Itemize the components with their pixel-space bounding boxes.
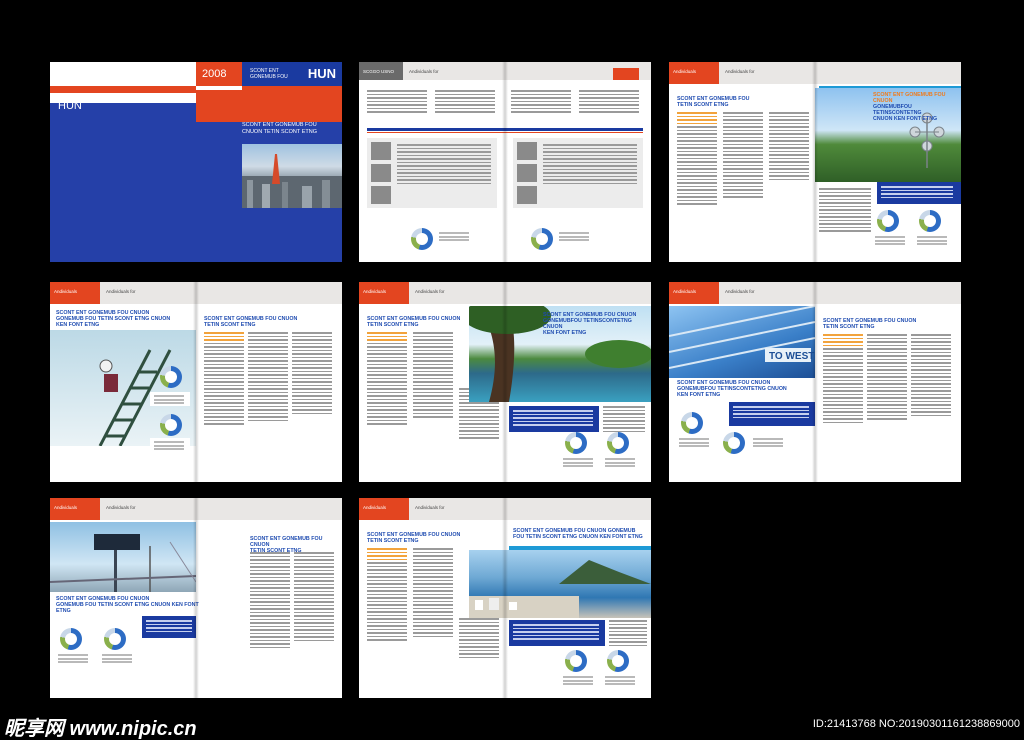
- cover-year: 2008: [202, 68, 227, 80]
- donut-chart: [160, 414, 182, 436]
- donut-chart: [607, 432, 629, 454]
- headline-right: SCONT ENT GONEMUB FOU CNUON GONEMUBFOU T…: [873, 92, 946, 122]
- headline-right: SCONT ENT GONEMUB FOU CNUON TETIN SCONT …: [823, 318, 917, 330]
- coast-photo: [469, 550, 651, 618]
- cover-spread: HUN 2008 SCONT ENT GONEMUB FOU HUN SCONT…: [50, 62, 342, 262]
- section-title: Andividuals for: [415, 505, 445, 510]
- section-tag: Andividuals: [363, 505, 387, 510]
- donut-chart: [565, 432, 587, 454]
- info-box: [509, 620, 605, 646]
- headline-left: SCONT ENT GONEMUB FOU CNUON TETIN SCONT …: [367, 316, 461, 328]
- donut-chart: [919, 210, 941, 232]
- spread-7: Andividuals Andividuals for SCONT ENT GO…: [50, 498, 342, 698]
- watermark-id: ID:21413768 NO:20190301161238869000: [812, 718, 1020, 730]
- cover-hun-left: HUN: [58, 100, 82, 112]
- headline-left: SCONT ENT GONEMUB FOU CNUON GONEMUBFOU T…: [677, 380, 787, 398]
- city-photo: [242, 144, 342, 208]
- spread2-section: Andividuals for: [409, 69, 439, 74]
- spread-6: Andividuals Andividuals for TO WEST SCON…: [669, 282, 961, 482]
- donut-chart: [160, 366, 182, 388]
- sign-text: TO WEST: [769, 351, 814, 362]
- headline-left: SCONT ENT GONEMUB FOU CNUON GONEMUB FOU …: [56, 596, 199, 614]
- section-tag: Andividuals: [673, 69, 697, 74]
- section-tag: Andividuals: [673, 289, 697, 294]
- donut-chart: [681, 412, 703, 434]
- section-title: Andividuals for: [106, 289, 136, 294]
- donut-chart: [565, 650, 587, 672]
- spread-4: Andividuals Andividuals for SCONT ENT GO…: [50, 282, 342, 482]
- spread-2: SCGGO USNO Andividuals for: [359, 62, 651, 262]
- headline-right: SCONT ENT GONEMUB FOU CNUON GONEMUB FOU …: [513, 528, 643, 540]
- cover-hun-right: HUN: [307, 66, 336, 81]
- headline-right: SCONT ENT GONEMUB FOU CNUON TETIN SCONT …: [204, 316, 298, 328]
- headline-left: SCONT ENT GONEMUB FOU CNUON TETIN SCONT …: [367, 532, 461, 544]
- highway-photo: TO WEST: [669, 306, 815, 378]
- cover-title: SCONT ENT GONEMUB FOU CNUON TETIN SCONT …: [242, 122, 317, 135]
- spread-8: Andividuals Andividuals for SCONT ENT GO…: [359, 498, 651, 698]
- cover-subtitle: SCONT ENT GONEMUB FOU: [250, 68, 288, 80]
- info-box: [877, 182, 961, 204]
- headline-left: SCONT ENT GONEMUB FOU TETIN SCONT ETNG: [677, 96, 750, 108]
- table-block: [367, 90, 427, 115]
- section-tag: Andividuals: [54, 289, 78, 294]
- info-box: [142, 616, 196, 638]
- donut-chart: [877, 210, 899, 232]
- watermark-brand: 昵享网 www.nipic.cn: [4, 718, 197, 740]
- mountain-icon: [469, 560, 651, 618]
- info-box: [509, 406, 599, 432]
- cover-front: 2008 SCONT ENT GONEMUB FOU HUN SCONT ENT…: [196, 62, 342, 262]
- section-title: Andividuals for: [725, 289, 755, 294]
- tower-icon: [242, 154, 342, 208]
- headline-left: SCONT ENT GONEMUB FOU CNUON GONEMUB FOU …: [56, 310, 171, 328]
- donut-chart: [723, 432, 745, 454]
- section-title: Andividuals for: [106, 505, 136, 510]
- bridge-photo: [50, 522, 196, 592]
- info-box: [729, 402, 815, 426]
- donut-chart: [607, 650, 629, 672]
- cover-back: HUN: [50, 62, 196, 262]
- data-rows-left: [367, 138, 497, 208]
- data-rows-right: [513, 138, 643, 208]
- spread-3: Andividuals Andividuals for SCONT ENT GO…: [669, 62, 961, 262]
- bridge-icon: [50, 534, 196, 592]
- section-tag: Andividuals: [363, 289, 387, 294]
- donut-chart: [60, 628, 82, 650]
- headline-right: SCONT ENT GONEMUB FOU CNUON GONEMUBFOU T…: [543, 312, 637, 336]
- section-title: Andividuals for: [725, 69, 755, 74]
- spread2-header-label: SCGGO USNO: [363, 69, 395, 74]
- section-title: Andividuals for: [415, 289, 445, 294]
- donut-chart: [411, 228, 433, 250]
- donut-chart: [104, 628, 126, 650]
- donut-chart: [531, 228, 553, 250]
- section-tag: Andividuals: [54, 505, 78, 510]
- spread-5: Andividuals Andividuals for SCONT ENT GO…: [359, 282, 651, 482]
